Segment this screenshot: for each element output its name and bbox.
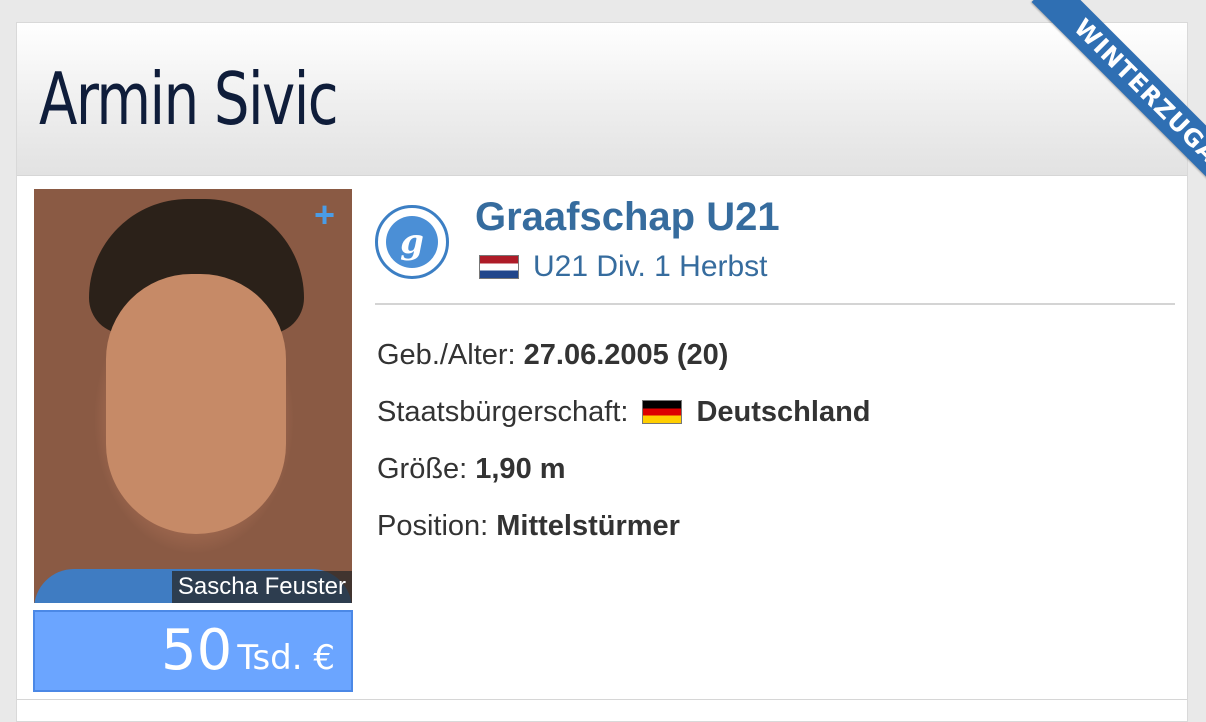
birth-label: Geb./Alter: (377, 339, 516, 371)
market-value: 50 Tsd. € (161, 618, 335, 683)
height-value: 1,90 m (475, 453, 566, 485)
photo-credit: Sascha Feuster (171, 571, 352, 603)
position-label: Position: (377, 510, 489, 542)
birth-value[interactable]: 27.06.2005 (20) (524, 335, 729, 375)
info-row-birth: Geb./Alter: 27.06.2005 (20) (377, 335, 728, 375)
player-header: Armin Sivic (17, 23, 1187, 176)
club-name-link[interactable]: Graafschap U21 (475, 193, 780, 241)
citizenship-label: Staatsbürgerschaft: (377, 396, 629, 428)
citizenship-value: Deutschland (696, 396, 871, 428)
position-value: Mittelstürmer (496, 510, 680, 542)
player-card: Armin Sivic + Sascha Feuster 50 Tsd. € g… (16, 22, 1188, 722)
player-name: Armin Sivic (39, 57, 339, 141)
bottom-divider (17, 699, 1187, 700)
market-value-number: 50 (160, 618, 233, 683)
plus-icon[interactable]: + (314, 195, 335, 235)
germany-flag-icon (642, 400, 683, 424)
club-logo-letter: g (386, 216, 438, 268)
info-row-citizenship: Staatsbürgerschaft: Deutschland (377, 392, 871, 432)
info-row-height: Größe: 1,90 m (377, 449, 566, 489)
netherlands-flag-icon (479, 255, 519, 279)
height-label: Größe: (377, 453, 468, 485)
club-logo[interactable]: g (375, 205, 449, 279)
market-value-unit: Tsd. € (237, 638, 335, 678)
info-row-position: Position: Mittelstürmer (377, 506, 680, 546)
league-name-link[interactable]: U21 Div. 1 Herbst (533, 250, 768, 284)
divider (375, 303, 1175, 305)
photo-face (106, 274, 286, 534)
market-value-box[interactable]: 50 Tsd. € (33, 610, 353, 692)
league-row: U21 Div. 1 Herbst (479, 247, 768, 287)
player-photo[interactable]: + Sascha Feuster (34, 189, 352, 603)
